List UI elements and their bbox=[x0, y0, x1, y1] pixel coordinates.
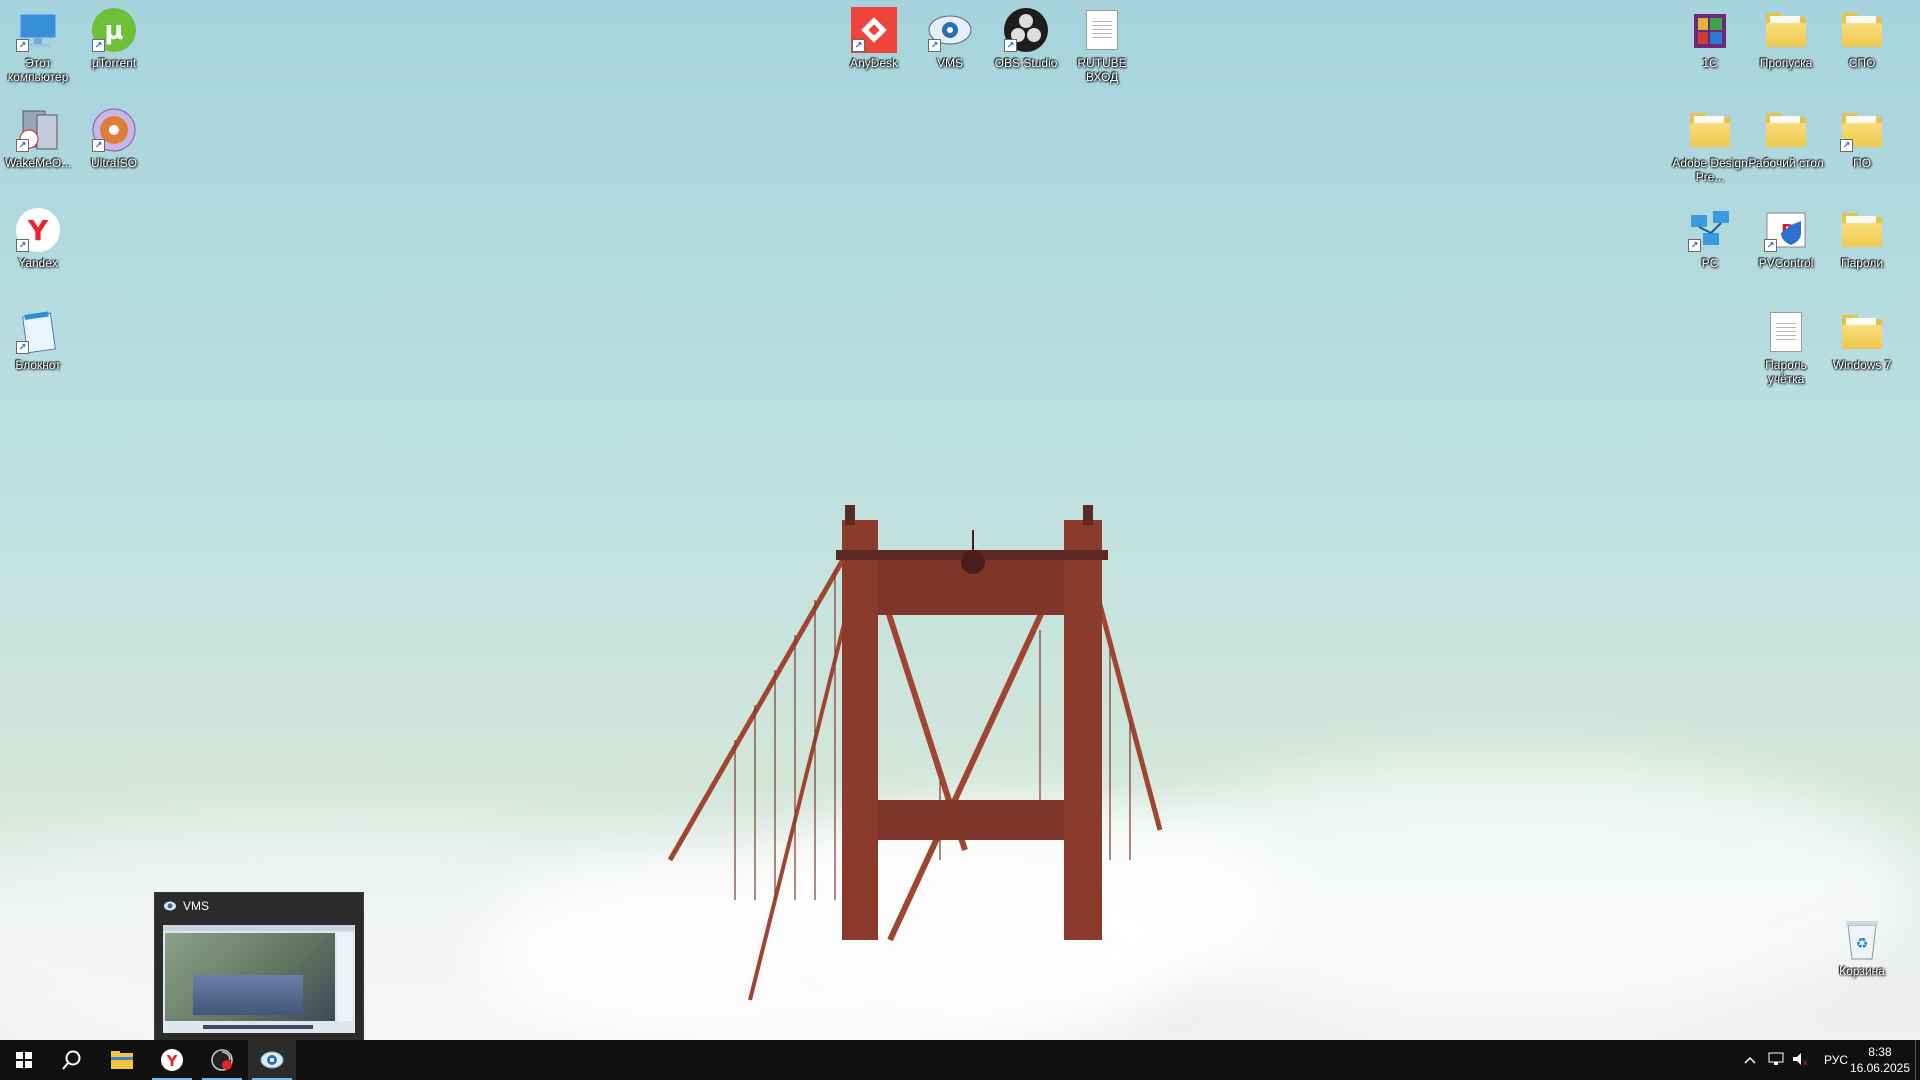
clock[interactable]: 8:38 16.06.2025 bbox=[1850, 1044, 1910, 1076]
folder-icon bbox=[1838, 206, 1886, 254]
show-desktop-button[interactable] bbox=[1915, 1040, 1920, 1080]
obs-icon bbox=[211, 1049, 233, 1071]
folder-icon bbox=[1838, 308, 1886, 356]
desktop-icon-anydesk[interactable]: ↗ AnyDesk bbox=[836, 6, 912, 96]
yandex-icon: Y ↗ bbox=[14, 206, 62, 254]
desktop-icon-utorrent[interactable]: µ ↗ µTorrent bbox=[76, 6, 152, 96]
desktop-icon-1c[interactable]: 1С bbox=[1672, 6, 1748, 96]
desktop-icon-rutube-vhod[interactable]: RUTUBE ВХОД bbox=[1064, 6, 1140, 96]
desktop[interactable]: ↗ Этот компьютер µ ↗ µTorrent ↗ WakeMeO.… bbox=[0, 0, 1920, 1060]
desktop-icon-adobe-design[interactable]: Adobe Design Pre... bbox=[1672, 106, 1748, 196]
desktop-icon-propuska[interactable]: Пропуска bbox=[1748, 6, 1824, 96]
desktop-icon-rabochiy-stol[interactable]: Рабочий стол bbox=[1748, 106, 1824, 196]
svg-text:µ: µ bbox=[104, 16, 123, 46]
pvcontrol-icon: P ↗ bbox=[1762, 206, 1810, 254]
computer-icon: ↗ bbox=[14, 6, 62, 54]
vms-icon: ↗ bbox=[926, 6, 974, 54]
desktop-icon-yandex[interactable]: Y ↗ Yandex bbox=[0, 206, 76, 296]
taskbar-vms[interactable] bbox=[248, 1040, 296, 1080]
onec-folder-icon bbox=[1686, 6, 1734, 54]
start-button[interactable] bbox=[0, 1040, 48, 1080]
desktop-icon-windows7[interactable]: Windows 7 bbox=[1824, 308, 1900, 398]
anydesk-icon: ↗ bbox=[850, 6, 898, 54]
svg-text:Y: Y bbox=[166, 1052, 179, 1070]
desktop-icon-ultraiso[interactable]: ↗ UltraISO bbox=[76, 106, 152, 196]
windows-icon bbox=[16, 1052, 32, 1068]
folder-icon bbox=[1762, 106, 1810, 154]
desktop-icon-obs-studio[interactable]: ↗ OBS Studio bbox=[988, 6, 1064, 96]
desktop-icon-pvcontrol[interactable]: P ↗ PVControl bbox=[1748, 206, 1824, 296]
utorrent-icon: µ ↗ bbox=[90, 6, 138, 54]
taskbar-file-explorer[interactable] bbox=[98, 1040, 146, 1080]
desktop-icon-wakemeonlan[interactable]: ↗ WakeMeO... bbox=[0, 106, 76, 196]
folder-icon bbox=[1686, 106, 1734, 154]
thumbnail-preview-image bbox=[163, 925, 355, 1033]
language-indicator[interactable]: РУС bbox=[1824, 1053, 1848, 1067]
desktop-icon-paroli[interactable]: Пароли bbox=[1824, 206, 1900, 296]
network-icon[interactable] bbox=[1768, 1052, 1784, 1069]
desktop-icon-spo[interactable]: СПО bbox=[1824, 6, 1900, 96]
clock-date: 16.06.2025 bbox=[1849, 1061, 1910, 1075]
folder-icon: ↗ bbox=[1838, 106, 1886, 154]
desktop-icon-this-pc[interactable]: ↗ Этот компьютер bbox=[0, 6, 76, 96]
notepad-icon: ↗ bbox=[14, 308, 62, 356]
taskbar-yandex-browser[interactable]: Y bbox=[148, 1040, 196, 1080]
desktop-icon-recycle-bin[interactable]: ♻ Корзина bbox=[1824, 914, 1900, 1004]
obs-icon: ↗ bbox=[1002, 6, 1050, 54]
text-document-icon bbox=[1762, 308, 1810, 356]
wakemeonlan-icon: ↗ bbox=[14, 106, 62, 154]
taskbar-obs-studio[interactable] bbox=[198, 1040, 246, 1080]
taskbar-thumbnail-vms[interactable]: VMS bbox=[154, 892, 364, 1042]
desktop-icon-vms[interactable]: ↗ VMS bbox=[912, 6, 988, 96]
desktop-icon-pc[interactable]: ↗ PC bbox=[1672, 206, 1748, 296]
taskbar: Y x РУС 8:38 16.06.2025 bbox=[0, 1040, 1920, 1080]
recycle-bin-icon: ♻ bbox=[1838, 914, 1886, 962]
thumbnail-title: VMS bbox=[183, 899, 210, 913]
search-button[interactable] bbox=[48, 1040, 96, 1080]
svg-text:x: x bbox=[1803, 1058, 1808, 1066]
vms-icon bbox=[260, 1051, 284, 1069]
network-pc-icon: ↗ bbox=[1686, 206, 1734, 254]
text-document-icon bbox=[1078, 6, 1126, 54]
bridge-wallpaper bbox=[667, 505, 1163, 1001]
show-hidden-icons-chevron-up-icon[interactable] bbox=[1742, 1053, 1758, 1067]
svg-text:♻: ♻ bbox=[1856, 936, 1869, 952]
volume-muted-icon[interactable]: x bbox=[1792, 1052, 1810, 1069]
clock-time: 8:38 bbox=[1868, 1045, 1892, 1059]
folder-icon bbox=[1762, 6, 1810, 54]
desktop-icon-parol-uchetka[interactable]: Пароль учётка bbox=[1748, 308, 1824, 398]
desktop-icon-notepad[interactable]: ↗ Блокнот bbox=[0, 308, 76, 398]
search-icon bbox=[62, 1050, 81, 1070]
file-explorer-icon bbox=[111, 1051, 133, 1069]
desktop-icon-po[interactable]: ↗ ПО bbox=[1824, 106, 1900, 196]
vms-icon bbox=[163, 900, 177, 912]
svg-text:Y: Y bbox=[27, 214, 49, 247]
yandex-icon: Y bbox=[161, 1049, 183, 1071]
folder-icon bbox=[1838, 6, 1886, 54]
ultraiso-icon: ↗ bbox=[90, 106, 138, 154]
